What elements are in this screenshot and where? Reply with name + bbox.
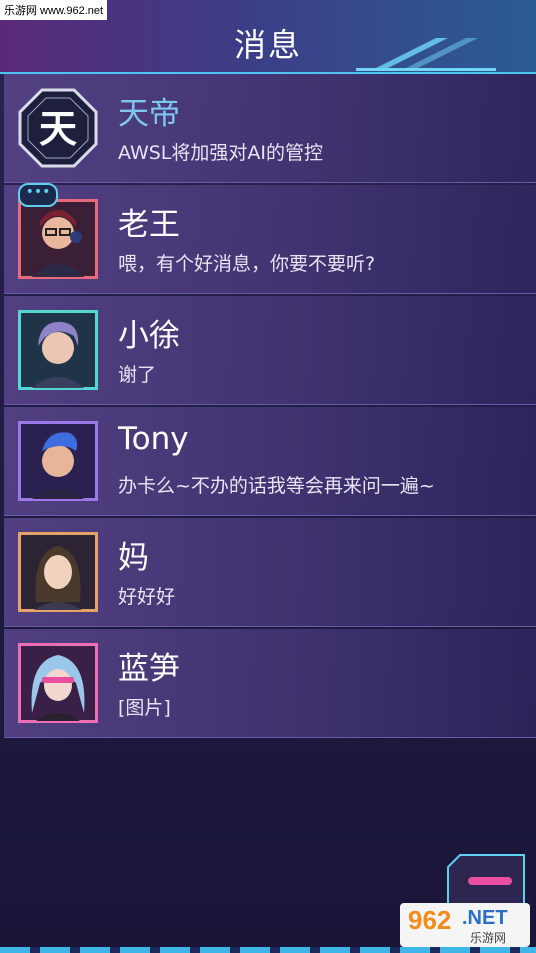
conversation-name: Tony <box>118 421 189 457</box>
conversation-row-xiaoxu[interactable]: 小徐 谢了 <box>4 296 536 405</box>
message-bubble-icon: ••• <box>18 183 58 207</box>
conversation-list: 天 天帝 AWSL将加强对AI的管控 ••• 老王 喂，有个好消息，你要不要听?… <box>0 74 536 740</box>
watermark-text: 乐游网 www.962.net <box>0 0 108 20</box>
conversation-row-laowang[interactable]: ••• 老王 喂，有个好消息，你要不要听? <box>4 183 536 294</box>
conversation-preview: [图片] <box>118 697 171 719</box>
tiandi-logo-icon: 天 <box>18 88 98 168</box>
svg-text:天: 天 <box>39 107 77 151</box>
site-logo: 962 .NET 乐游网 <box>400 903 530 947</box>
logo-number: 962 <box>408 905 452 935</box>
conversation-name: 天帝 <box>118 96 180 132</box>
conversation-name: 小徐 <box>118 318 180 354</box>
conversation-name: 蓝笋 <box>118 651 180 687</box>
laowang-avatar <box>18 199 98 279</box>
conversation-name: 老王 <box>118 207 180 243</box>
logo-cn: 乐游网 <box>470 931 507 945</box>
logo-net: .NET <box>462 907 508 929</box>
mom-avatar <box>18 532 98 612</box>
header-stripes-decoration <box>356 38 496 71</box>
conversation-row-lansun[interactable]: 蓝笋 [图片] <box>4 629 536 738</box>
conversation-preview: 谢了 <box>118 364 157 386</box>
conversation-row-tiandi[interactable]: 天 天帝 AWSL将加强对AI的管控 <box>4 74 536 183</box>
conversation-row-tony[interactable]: Tony 办卡么~不办的话我等会再来问一遍~ <box>4 407 536 516</box>
xiaoxu-avatar <box>18 310 98 390</box>
conversation-preview: 喂，有个好消息，你要不要听? <box>118 253 376 275</box>
conversation-preview: 好好好 <box>118 586 176 608</box>
bottom-decoration-bar <box>0 947 536 953</box>
conversation-preview: 办卡么~不办的话我等会再来问一遍~ <box>118 475 435 497</box>
conversation-row-mom[interactable]: 妈 好好好 <box>4 518 536 627</box>
conversation-preview: AWSL将加强对AI的管控 <box>118 142 323 164</box>
conversation-name: 妈 <box>118 540 149 576</box>
lansun-avatar <box>18 643 98 723</box>
tony-avatar <box>18 421 98 501</box>
